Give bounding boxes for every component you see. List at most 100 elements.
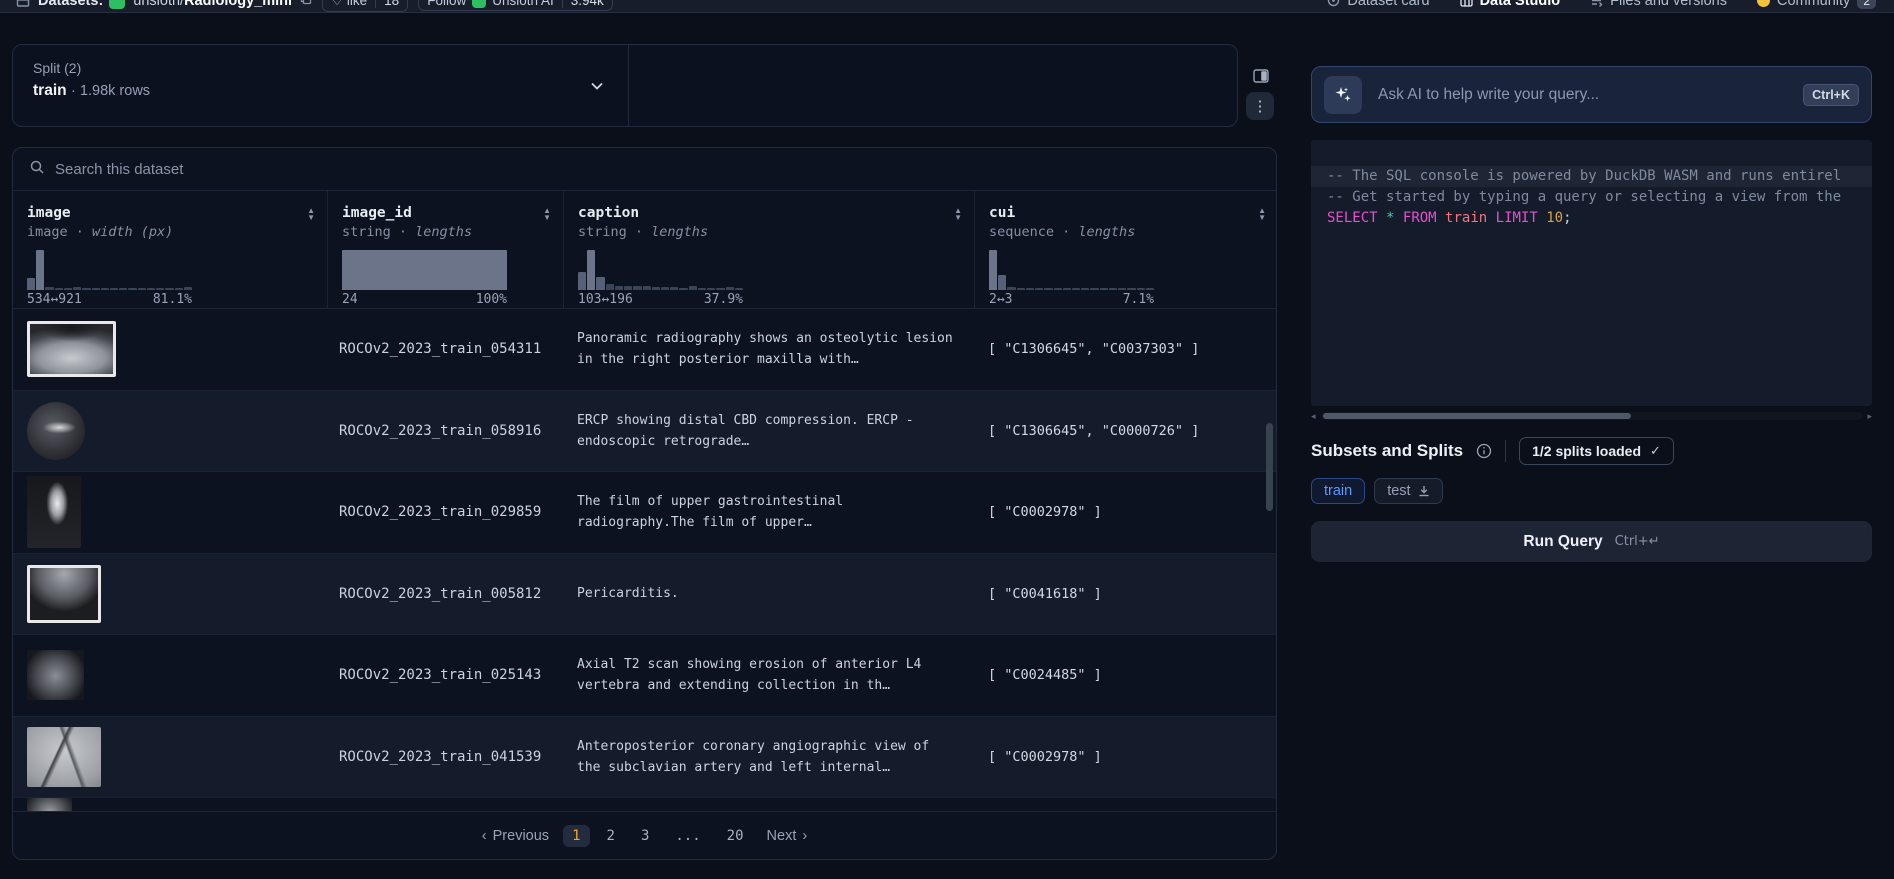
table-row[interactable]: ROCOv2_2023_train_041539Anteroposterior … xyxy=(13,717,1276,799)
table-row[interactable]: ROCOv2_2023_train_058916ERCP showing dis… xyxy=(13,391,1276,473)
column-histogram[interactable] xyxy=(989,250,1154,290)
histogram-bar xyxy=(1090,288,1098,290)
tab-data-studio[interactable]: Data Studio xyxy=(1458,0,1563,13)
image-id-cell[interactable] xyxy=(327,798,563,811)
split-chip-test[interactable]: test xyxy=(1374,478,1442,504)
caption-cell[interactable]: ERCP showing distal CBD compression. ERC… xyxy=(563,391,974,472)
cui-cell[interactable] xyxy=(974,798,1276,811)
cui-cell[interactable]: [ "C1306645", "C0037303" ] xyxy=(974,309,1276,390)
histogram-bar xyxy=(1035,288,1043,290)
org-name[interactable]: unsloth xyxy=(133,0,180,9)
row-image-thumbnail[interactable] xyxy=(27,476,81,548)
editor-horizontal-scrollbar[interactable]: ◂ ▸ xyxy=(1311,411,1872,421)
image-cell xyxy=(13,798,327,811)
scrollbar-thumb[interactable] xyxy=(1323,413,1632,419)
chip-label: test xyxy=(1387,483,1410,499)
chevron-down-icon[interactable] xyxy=(588,77,606,100)
sql-editor[interactable]: -- The SQL console is powered by DuckDB … xyxy=(1311,140,1872,406)
row-image-thumbnail[interactable] xyxy=(27,727,101,787)
caption-cell[interactable] xyxy=(563,798,974,811)
row-image-thumbnail[interactable] xyxy=(27,798,72,811)
caption-cell[interactable]: Anteroposterior coronary angiographic vi… xyxy=(563,717,974,798)
scroll-right-arrow-icon[interactable]: ▸ xyxy=(1867,411,1872,421)
caption-text: Panoramic radiography shows an osteolyti… xyxy=(577,328,960,370)
sort-icon[interactable]: ▲▼ xyxy=(954,207,962,221)
copy-icon[interactable] xyxy=(300,0,312,8)
splits-loaded-dropdown[interactable]: 1/2 splits loaded ✓ xyxy=(1519,437,1674,465)
run-query-button[interactable]: Run Query Ctrl+↵ xyxy=(1311,521,1872,562)
split-selector[interactable]: Split (2) train · 1.98k rows xyxy=(13,45,629,126)
cui-cell[interactable]: [ "C0002978" ] xyxy=(974,472,1276,553)
row-image-thumbnail[interactable] xyxy=(27,565,101,623)
column-histogram[interactable] xyxy=(342,250,507,290)
ask-ai-bar[interactable]: Ctrl+K xyxy=(1311,66,1872,123)
tab-community[interactable]: Community2 xyxy=(1755,0,1878,13)
image-id-cell[interactable]: ROCOv2_2023_train_041539 xyxy=(327,717,563,798)
image-id-cell[interactable]: ROCOv2_2023_train_058916 xyxy=(327,391,563,472)
info-icon[interactable] xyxy=(1476,443,1492,459)
row-image-thumbnail[interactable] xyxy=(27,402,85,460)
table-row[interactable]: ROCOv2_2023_train_029859The film of uppe… xyxy=(13,472,1276,554)
repo-name[interactable]: Radiology_mini xyxy=(184,0,292,9)
caption-cell[interactable]: The film of upper gastrointestinal radio… xyxy=(563,472,974,553)
cui-cell[interactable]: [ "C0041618" ] xyxy=(974,554,1276,635)
caption-cell[interactable]: Pericarditis. xyxy=(563,554,974,635)
histogram-bar xyxy=(1044,288,1052,290)
like-count[interactable]: 18 xyxy=(375,0,407,8)
caption-cell[interactable]: Axial T2 scan showing erosion of anterio… xyxy=(563,635,974,716)
table-body: ROCOv2_2023_train_054311 Panoramic radiog… xyxy=(13,309,1276,811)
tab-dataset-card[interactable]: Dataset card xyxy=(1325,0,1431,13)
sort-icon[interactable]: ▲▼ xyxy=(543,207,551,221)
scroll-left-arrow-icon[interactable]: ◂ xyxy=(1311,411,1316,421)
sort-icon[interactable]: ▲▼ xyxy=(1258,207,1266,221)
column-visibility-button[interactable] xyxy=(1248,64,1274,88)
histogram-bar xyxy=(1100,288,1108,290)
caption-cell[interactable]: Panoramic radiography shows an osteolyti… xyxy=(563,309,974,390)
page-button-3[interactable]: 3 xyxy=(632,825,658,847)
ask-ai-input[interactable] xyxy=(1378,86,1787,104)
image-id-cell[interactable]: ROCOv2_2023_train_025143 xyxy=(327,635,563,716)
follower-count[interactable]: 3.94k xyxy=(562,0,612,8)
circle-icon xyxy=(1327,0,1340,7)
row-image-thumbnail[interactable] xyxy=(27,650,84,700)
sql-token: LIMIT xyxy=(1496,210,1538,226)
cui-cell[interactable]: [ "C1306645", "C0000726" ] xyxy=(974,391,1276,472)
stat-percent: 100% xyxy=(476,292,507,307)
histogram-bar xyxy=(156,288,164,290)
sort-icon[interactable]: ▲▼ xyxy=(307,207,315,221)
page-button-2[interactable]: 2 xyxy=(598,825,624,847)
stat-percent: 37.9% xyxy=(704,292,743,307)
follow-button[interactable]: Follow Unsloth AI 3.94k xyxy=(418,0,613,11)
grid-icon xyxy=(1460,0,1473,7)
previous-page-button[interactable]: ‹ Previous xyxy=(482,828,549,844)
histogram-bar xyxy=(1007,287,1015,290)
histogram-bar xyxy=(989,250,997,290)
datasets-label[interactable]: Datasets: xyxy=(38,0,103,9)
split-chip-train[interactable]: train xyxy=(1311,478,1365,504)
row-image-thumbnail[interactable] xyxy=(27,321,116,377)
next-page-button[interactable]: Next › xyxy=(767,828,808,844)
table-row[interactable]: ROCOv2_2023_train_025143Axial T2 scan sh… xyxy=(13,635,1276,717)
sql-comment-line: -- Get started by typing a query or sele… xyxy=(1311,187,1872,208)
split-chips-row: train test xyxy=(1311,478,1872,504)
cui-cell[interactable]: [ "C0024485" ] xyxy=(974,635,1276,716)
image-id-cell[interactable]: ROCOv2_2023_train_054311 xyxy=(327,309,563,390)
page-button-...[interactable]: ... xyxy=(666,825,709,847)
search-input[interactable] xyxy=(55,161,555,178)
column-histogram[interactable] xyxy=(27,250,192,290)
table-row[interactable]: ROCOv2_2023_train_054311 Panoramic radiog… xyxy=(13,309,1276,391)
page-button-20[interactable]: 20 xyxy=(718,825,753,847)
image-id-cell[interactable]: ROCOv2_2023_train_005812 xyxy=(327,554,563,635)
cui-cell[interactable]: [ "C0002978" ] xyxy=(974,717,1276,798)
table-row[interactable] xyxy=(13,798,1276,811)
column-histogram[interactable] xyxy=(578,250,743,290)
table-scrollbar[interactable] xyxy=(1266,315,1273,805)
tab-files-and-versions[interactable]: Files and versions xyxy=(1588,0,1729,13)
table-row[interactable]: ROCOv2_2023_train_005812Pericarditis.[ "… xyxy=(13,554,1276,636)
page-button-1[interactable]: 1 xyxy=(563,825,589,847)
kebab-menu-button[interactable]: ⋮ xyxy=(1246,92,1274,120)
vertical-divider xyxy=(1505,440,1506,462)
image-id-cell[interactable]: ROCOv2_2023_train_029859 xyxy=(327,472,563,553)
tab-label: Dataset card xyxy=(1347,0,1429,9)
like-button[interactable]: ♡ like 18 xyxy=(322,0,408,12)
